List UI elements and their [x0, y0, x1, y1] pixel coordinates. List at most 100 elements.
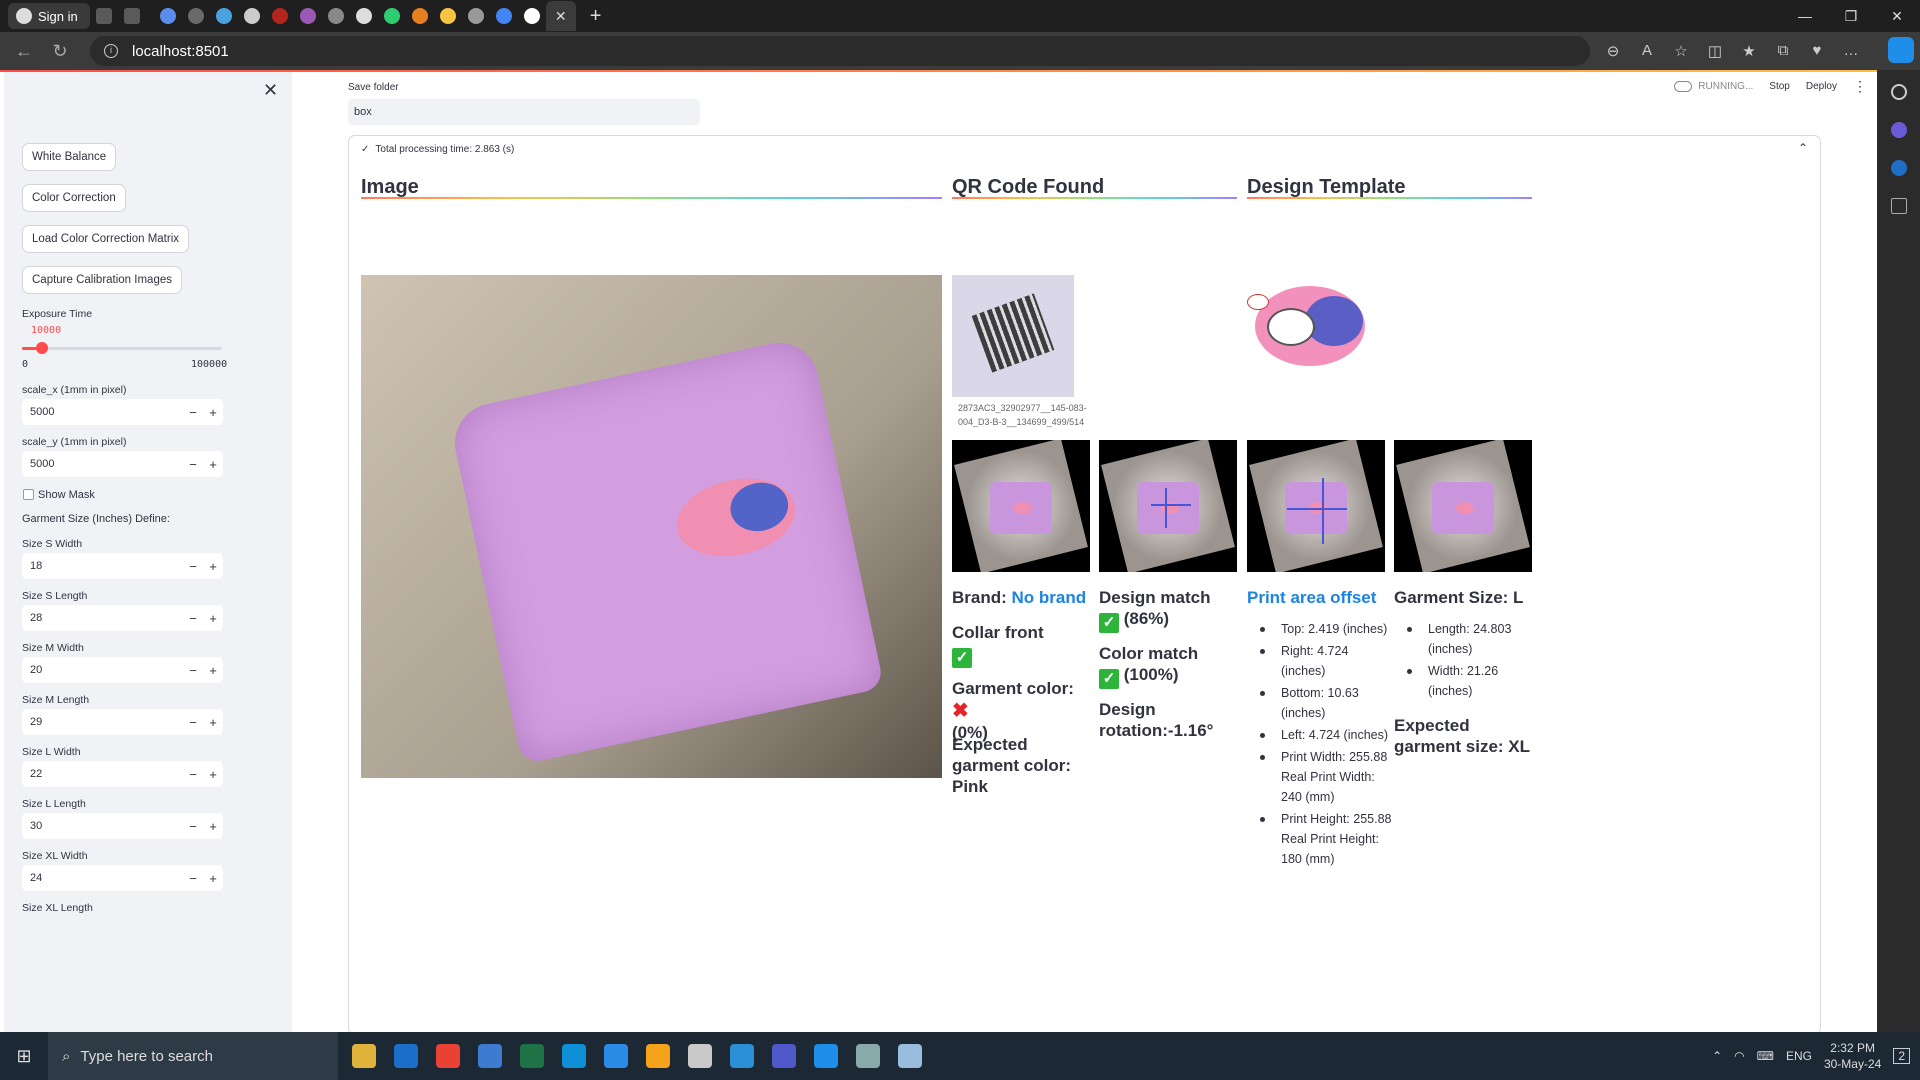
tab-actions-icon[interactable]	[123, 8, 140, 24]
tab-favicon-icon[interactable]	[327, 8, 344, 24]
taskbar-app-icon[interactable]	[772, 1044, 796, 1068]
size-field-input[interactable]: 29− +	[22, 709, 223, 735]
taskbar-app-icon[interactable]	[688, 1044, 712, 1068]
main-menu-icon[interactable]: ⋮	[1853, 78, 1867, 95]
plus-icon[interactable]: +	[203, 715, 223, 730]
size-field-input[interactable]: 28− +	[22, 605, 223, 631]
add-icon[interactable]	[1890, 198, 1907, 214]
minus-icon[interactable]: −	[183, 871, 203, 886]
tab-favicon-icon[interactable]	[355, 8, 372, 24]
close-sidebar-icon[interactable]: ✕	[263, 80, 278, 101]
plus-icon[interactable]: +	[203, 611, 223, 626]
copilot-icon[interactable]	[1888, 37, 1914, 63]
taskbar-app-icon[interactable]	[646, 1044, 670, 1068]
close-window-icon[interactable]: ✕	[1874, 0, 1920, 32]
tab-favicon-icon[interactable]	[467, 8, 484, 24]
minus-icon[interactable]: −	[183, 559, 203, 574]
copilot-side-icon[interactable]	[1890, 122, 1907, 138]
more-icon[interactable]: …	[1834, 42, 1868, 60]
tab-favicon-icon[interactable]	[411, 8, 428, 24]
favorite-star-icon[interactable]: ☆	[1664, 42, 1698, 60]
taskbar-app-icon[interactable]	[352, 1044, 376, 1068]
tab-favicon-icon[interactable]	[523, 8, 540, 24]
load-ccm-button[interactable]: Load Color Correction Matrix	[22, 225, 190, 253]
tab-favicon-icon[interactable]	[271, 8, 288, 24]
size-field-input[interactable]: 20− +	[22, 657, 223, 683]
capture-calibration-button[interactable]: Capture Calibration Images	[22, 266, 182, 294]
size-field-input[interactable]: 30− +	[22, 813, 223, 839]
minus-icon[interactable]: −	[183, 611, 203, 626]
tab-favicon-icon[interactable]	[159, 8, 176, 24]
favorites-icon[interactable]: ★	[1732, 42, 1766, 60]
minus-icon[interactable]: −	[183, 715, 203, 730]
url-field[interactable]: i localhost:8501	[90, 36, 1590, 66]
minus-icon[interactable]: −	[183, 663, 203, 678]
tab-favicon-icon[interactable]	[243, 8, 260, 24]
read-aloud-icon[interactable]: A	[1630, 42, 1664, 60]
minus-icon[interactable]: −	[183, 819, 203, 834]
stop-button[interactable]: Stop	[1769, 81, 1790, 92]
back-icon[interactable]: ←	[6, 41, 42, 62]
size-field-input[interactable]: 24− +	[22, 865, 223, 891]
scale-y-input[interactable]: 5000− +	[22, 451, 223, 477]
taskbar-app-icon[interactable]	[520, 1044, 544, 1068]
plus-icon[interactable]: +	[203, 767, 223, 782]
slider-thumb[interactable]	[36, 342, 48, 354]
show-mask-checkbox[interactable]	[23, 489, 34, 500]
taskbar-app-icon[interactable]	[562, 1044, 586, 1068]
tab-favicon-icon[interactable]	[439, 8, 456, 24]
tab-favicon-icon[interactable]	[383, 8, 400, 24]
taskbar-app-icon[interactable]	[814, 1044, 838, 1068]
keyboard-icon[interactable]: ⌨	[1757, 1049, 1774, 1063]
taskbar-app-icon[interactable]	[898, 1044, 922, 1068]
color-correction-button[interactable]: Color Correction	[22, 184, 126, 212]
tray-chevron-icon[interactable]: ⌃	[1712, 1049, 1722, 1063]
plus-icon[interactable]: +	[203, 405, 223, 420]
refresh-icon[interactable]: ↻	[42, 41, 78, 62]
plus-icon[interactable]: +	[203, 871, 223, 886]
taskbar-search[interactable]: ⌕ Type here to search	[48, 1032, 338, 1080]
workspaces-icon[interactable]	[95, 8, 112, 24]
extensions-icon[interactable]: ♥	[1800, 42, 1834, 60]
minus-icon[interactable]: −	[183, 405, 203, 420]
taskbar-app-icon[interactable]	[604, 1044, 628, 1068]
tab-favicon-icon[interactable]	[187, 8, 204, 24]
network-icon[interactable]: ◠	[1734, 1049, 1744, 1063]
search-icon[interactable]	[1890, 84, 1907, 100]
outlook-icon[interactable]	[1890, 160, 1907, 176]
tab-favicon-icon[interactable]	[215, 8, 232, 24]
language-indicator[interactable]: ENG	[1786, 1049, 1812, 1063]
notifications-icon[interactable]: 2	[1893, 1048, 1910, 1064]
minus-icon[interactable]: −	[183, 457, 203, 472]
plus-icon[interactable]: +	[203, 663, 223, 678]
clock[interactable]: 2:32 PM 30-May-24	[1824, 1040, 1881, 1072]
minimize-icon[interactable]: —	[1782, 0, 1828, 32]
white-balance-button[interactable]: White Balance	[22, 143, 117, 171]
plus-icon[interactable]: +	[203, 457, 223, 472]
tab-favicon-icon[interactable]	[495, 8, 512, 24]
exposure-slider[interactable]	[22, 342, 222, 354]
taskbar-app-icon[interactable]	[394, 1044, 418, 1068]
scale-x-input[interactable]: 5000− +	[22, 399, 223, 425]
zoom-icon[interactable]: ⊖	[1596, 42, 1630, 60]
active-tab-close-icon[interactable]: ✕	[545, 1, 576, 31]
tab-favicon-icon[interactable]	[299, 8, 316, 24]
collections-icon[interactable]: ⧉	[1766, 42, 1800, 60]
deploy-button[interactable]: Deploy	[1806, 81, 1837, 92]
info-icon[interactable]: i	[104, 44, 118, 58]
minus-icon[interactable]: −	[183, 767, 203, 782]
save-folder-input[interactable]: box	[348, 99, 700, 125]
expander-header[interactable]: ✓ Total processing time: 2.863 (s)	[349, 136, 1820, 162]
plus-icon[interactable]: +	[203, 819, 223, 834]
size-field-input[interactable]: 22− +	[22, 761, 223, 787]
new-tab-button[interactable]: +	[590, 5, 602, 28]
sign-in-button[interactable]: Sign in	[8, 3, 90, 29]
taskbar-app-icon[interactable]	[856, 1044, 880, 1068]
windows-start-icon[interactable]: ⊞	[0, 1046, 48, 1067]
taskbar-app-icon[interactable]	[730, 1044, 754, 1068]
restore-icon[interactable]: ❐	[1828, 0, 1874, 32]
plus-icon[interactable]: +	[203, 559, 223, 574]
taskbar-app-icon[interactable]	[478, 1044, 502, 1068]
taskbar-app-icon[interactable]	[436, 1044, 460, 1068]
size-field-input[interactable]: 18− +	[22, 553, 223, 579]
